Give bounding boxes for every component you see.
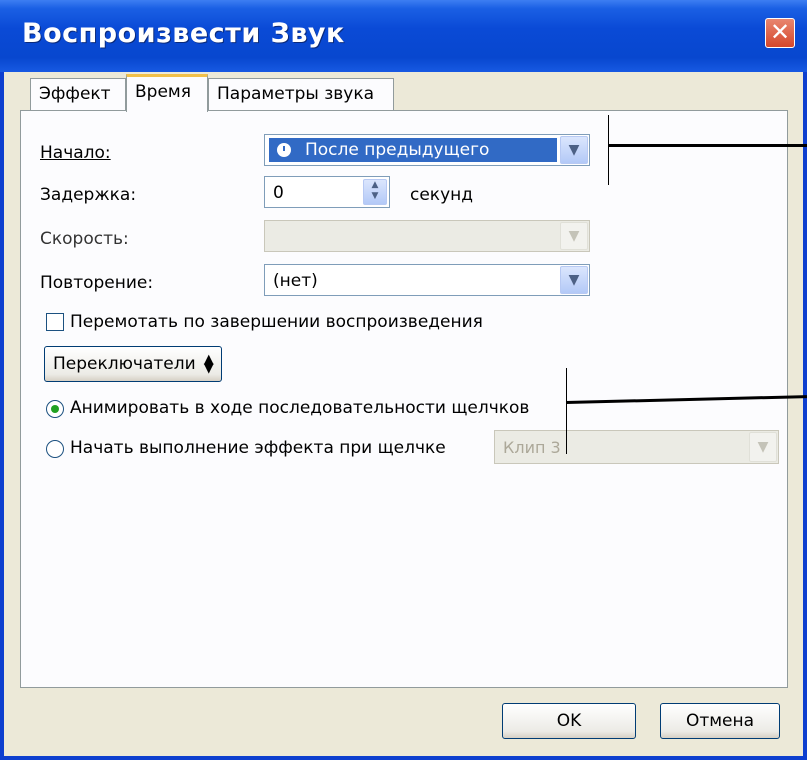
animate-option-label[interactable]: Анимировать в ходе последовательности ще… (70, 398, 529, 418)
delay-unit: секунд (410, 185, 474, 205)
callout-line-top (608, 144, 807, 147)
tab-sound-settings[interactable]: Параметры звука (208, 78, 394, 110)
clip-value: Клип 3 (503, 438, 561, 457)
start-on-click-label[interactable]: Начать выполнение эффекта при щелчке (70, 438, 446, 458)
triggers-button-label: Переключатели (53, 354, 196, 374)
speed-label: Скорость: (40, 229, 129, 249)
chevron-down-icon: ▼ (749, 432, 777, 462)
ok-button[interactable]: OK (502, 703, 636, 739)
speed-select: ▼ (264, 220, 590, 252)
start-select-value: После предыдущего (269, 138, 557, 162)
clock-icon (277, 143, 291, 157)
chevron-down-icon[interactable]: ▼ (560, 266, 588, 294)
callout-tick-top (608, 115, 609, 185)
callout-tick-bottom (566, 368, 567, 454)
repeat-label: Повторение: (40, 273, 154, 293)
cancel-button[interactable]: Отмена (660, 703, 780, 739)
up-down-arrows-icon: ▲ ▼ (203, 352, 214, 376)
close-icon: ✕ (769, 18, 791, 46)
delay-field[interactable]: 0 ▲ ▼ (264, 176, 390, 208)
start-label-text: Начало: (40, 143, 111, 163)
start-select-text: После предыдущего (305, 140, 490, 160)
radio-start-on-click[interactable] (46, 440, 64, 458)
rewind-checkbox[interactable] (46, 313, 64, 331)
spinner-icon[interactable]: ▲ ▼ (363, 179, 387, 205)
repeat-select[interactable]: (нет) ▼ (264, 264, 590, 296)
close-button[interactable]: ✕ (765, 18, 795, 48)
start-label: Начало: (40, 143, 111, 163)
start-select[interactable]: После предыдущего ▼ (264, 134, 590, 166)
tab-time[interactable]: Время (126, 74, 208, 112)
chevron-down-icon: ▼ (560, 222, 588, 250)
window-title: Воспроизвести Звук (22, 18, 345, 49)
tab-effect[interactable]: Эффект (30, 78, 126, 110)
delay-label: Задержка: (40, 185, 137, 205)
clip-select: Клип 3 ▼ (494, 430, 779, 464)
radio-animate[interactable] (46, 400, 64, 418)
chevron-down-icon[interactable]: ▼ (560, 136, 588, 164)
delay-value: 0 (273, 183, 284, 203)
rewind-label[interactable]: Перемотать по завершении воспроизведения (70, 312, 483, 332)
repeat-value: (нет) (273, 271, 318, 291)
triggers-button[interactable]: Переключатели ▲ ▼ (44, 346, 222, 382)
